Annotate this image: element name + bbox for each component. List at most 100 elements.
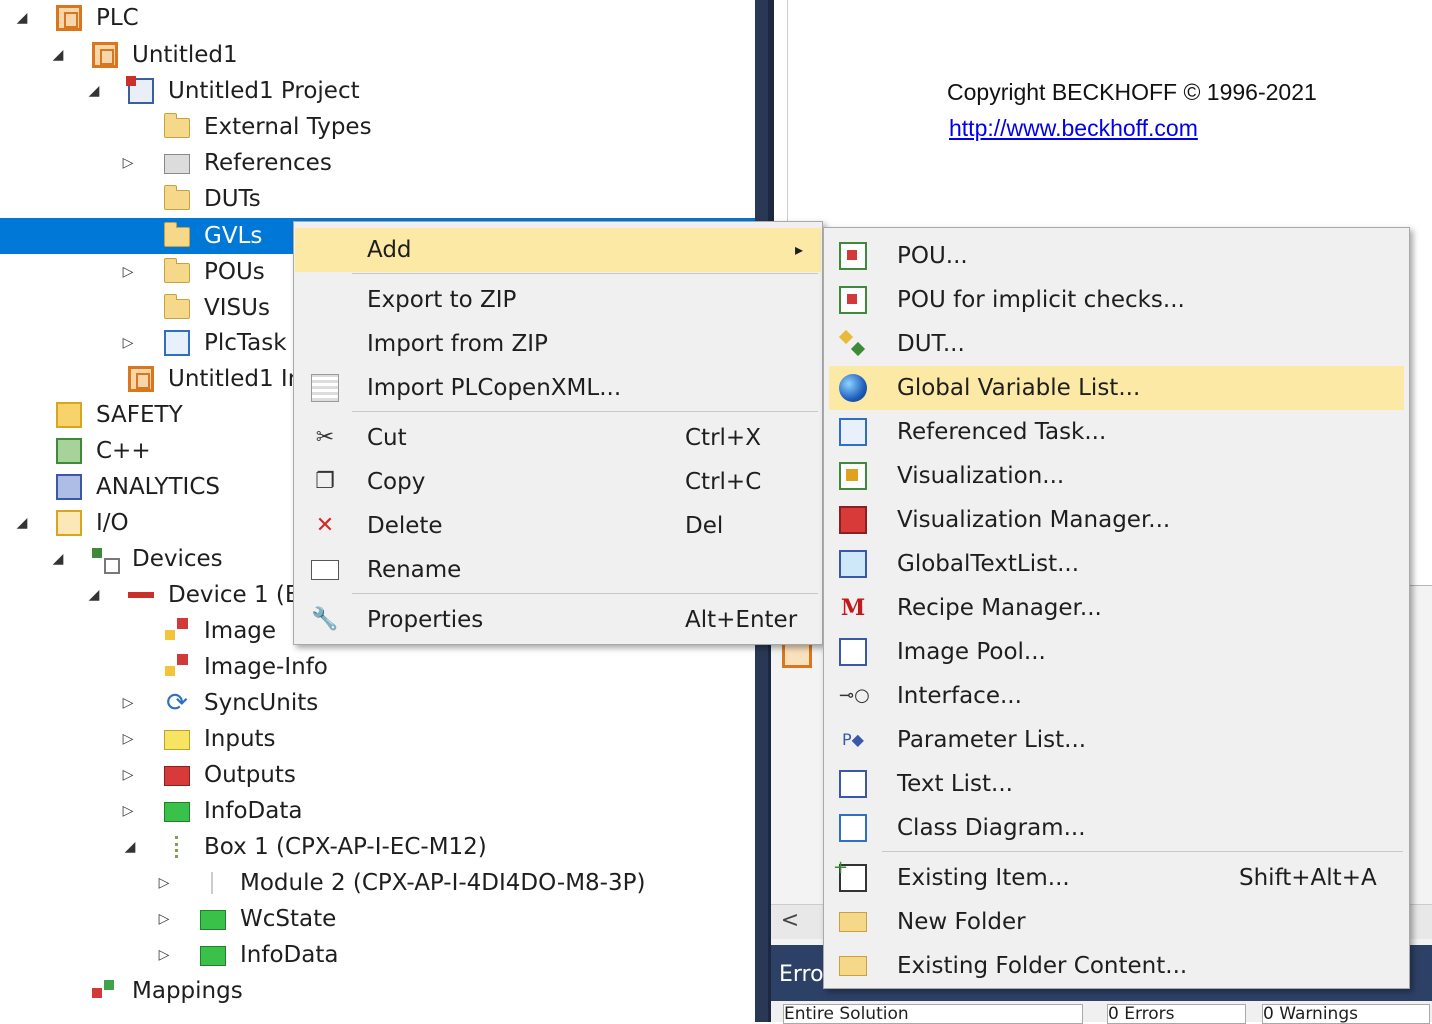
tree-node-label: Module 2 (CPX-AP-I-4DI4DO-M8-3P) bbox=[240, 870, 646, 896]
recipe-icon: M bbox=[840, 595, 866, 621]
tree-node-label: InfoData bbox=[240, 942, 339, 968]
menu-item-label: Interface... bbox=[897, 683, 1022, 709]
tree-node-outputs[interactable]: ▷ Outputs bbox=[0, 757, 755, 793]
menu-item-global-variable-list[interactable]: Global Variable List... bbox=[829, 366, 1404, 410]
error-list-title[interactable]: Erro bbox=[779, 962, 824, 987]
tree-node-label: DUTs bbox=[204, 186, 261, 212]
collapse-arrow-icon[interactable]: ◢ bbox=[12, 505, 32, 541]
analytics-icon bbox=[56, 474, 82, 500]
menu-item-interface[interactable]: ⊸○ Interface... bbox=[825, 674, 1408, 718]
parameter-icon: P◆ bbox=[842, 730, 864, 749]
expand-arrow-icon[interactable]: ▷ bbox=[118, 757, 138, 793]
folder-icon bbox=[164, 222, 190, 247]
expand-arrow-icon[interactable]: ▷ bbox=[118, 793, 138, 829]
menu-item-parameter-list[interactable]: P◆ Parameter List... bbox=[825, 718, 1408, 762]
menu-item-existing-folder-content[interactable]: Existing Folder Content... bbox=[825, 944, 1408, 988]
menu-item-cut[interactable]: ✂ Cut Ctrl+X bbox=[295, 416, 821, 460]
menu-item-add[interactable]: Add ▸ bbox=[295, 228, 821, 272]
menu-item-text-list[interactable]: Text List... bbox=[825, 762, 1408, 806]
context-menu: Add ▸ Export to ZIP Import from ZIP Impo… bbox=[293, 221, 823, 645]
menu-item-label: Parameter List... bbox=[897, 727, 1087, 753]
tree-node-infodata[interactable]: ▷ InfoData bbox=[0, 793, 755, 829]
expand-arrow-icon[interactable]: ▷ bbox=[154, 901, 174, 937]
beckhoff-link[interactable]: http://www.beckhoff.com bbox=[949, 115, 1198, 142]
plc-icon bbox=[92, 42, 118, 68]
tree-node-syncunits[interactable]: ▷ ⟳ SyncUnits bbox=[0, 685, 755, 721]
menu-item-recipe-manager[interactable]: M Recipe Manager... bbox=[825, 586, 1408, 630]
warnings-filter-button[interactable]: 0 Warnings bbox=[1262, 1004, 1430, 1024]
tree-node-label: Untitled1 Project bbox=[168, 78, 360, 104]
collapse-arrow-icon[interactable]: ◢ bbox=[84, 577, 104, 613]
menu-item-pou-implicit[interactable]: POU for implicit checks... bbox=[825, 278, 1408, 322]
expand-arrow-icon[interactable]: ▷ bbox=[154, 865, 174, 901]
tree-node-wcstate[interactable]: ▷ WcState bbox=[0, 901, 755, 937]
menu-item-label: POU for implicit checks... bbox=[897, 287, 1185, 313]
menu-item-label: Referenced Task... bbox=[897, 419, 1107, 445]
menu-item-referenced-task[interactable]: Referenced Task... bbox=[825, 410, 1408, 454]
menu-item-pou[interactable]: POU... bbox=[825, 234, 1408, 278]
menu-item-label: Rename bbox=[367, 557, 462, 583]
tree-node-module2[interactable]: ▷ Module 2 (CPX-AP-I-4DI4DO-M8-3P) bbox=[0, 865, 755, 901]
menu-item-rename[interactable]: Rename bbox=[295, 548, 821, 592]
menu-item-properties[interactable]: 🔧 Properties Alt+Enter bbox=[295, 598, 821, 642]
menu-separator bbox=[352, 273, 818, 274]
copy-icon: ❐ bbox=[315, 469, 335, 494]
menu-item-label: Image Pool... bbox=[897, 639, 1046, 665]
tree-node-mappings[interactable]: Mappings bbox=[0, 973, 755, 1009]
menu-item-label: POU... bbox=[897, 243, 968, 269]
menu-item-class-diagram[interactable]: Class Diagram... bbox=[825, 806, 1408, 850]
menu-separator bbox=[882, 851, 1403, 852]
menu-item-import-plcopenxml[interactable]: Import PLCopenXML... bbox=[295, 366, 821, 410]
scope-dropdown[interactable]: Entire Solution bbox=[783, 1004, 1083, 1024]
scroll-left-button[interactable]: < bbox=[775, 906, 805, 936]
menu-item-shortcut: Shift+Alt+A bbox=[1239, 865, 1377, 891]
tree-node-label: Inputs bbox=[204, 726, 276, 752]
folder-icon bbox=[164, 258, 190, 283]
menu-item-visualization-manager[interactable]: Visualization Manager... bbox=[825, 498, 1408, 542]
collapse-arrow-icon[interactable]: ◢ bbox=[48, 541, 68, 577]
menu-item-dut[interactable]: DUT... bbox=[825, 322, 1408, 366]
collapse-arrow-icon[interactable]: ◢ bbox=[48, 37, 68, 73]
tree-node-label: Devices bbox=[132, 546, 223, 572]
tree-node-references[interactable]: ▷ References bbox=[0, 145, 755, 181]
menu-item-copy[interactable]: ❐ Copy Ctrl+C bbox=[295, 460, 821, 504]
expand-arrow-icon[interactable]: ▷ bbox=[154, 937, 174, 973]
expand-arrow-icon[interactable]: ▷ bbox=[118, 325, 138, 361]
collapse-arrow-icon[interactable]: ◢ bbox=[12, 0, 32, 36]
tree-node-image-info[interactable]: Image-Info bbox=[0, 649, 755, 685]
delete-icon: ✕ bbox=[315, 513, 335, 538]
menu-item-new-folder[interactable]: New Folder bbox=[825, 900, 1408, 944]
tree-node-untitled1-project[interactable]: ◢ Untitled1 Project bbox=[0, 73, 755, 109]
tree-node-infodata-box[interactable]: ▷ InfoData bbox=[0, 937, 755, 973]
errors-filter-button[interactable]: 0 Errors bbox=[1107, 1004, 1246, 1024]
references-icon bbox=[164, 154, 190, 174]
pou-icon bbox=[839, 286, 867, 314]
tree-node-external-types[interactable]: External Types bbox=[0, 109, 755, 145]
tree-node-box1[interactable]: ◢ Box 1 (CPX-AP-I-EC-M12) bbox=[0, 829, 755, 865]
menu-item-existing-item[interactable]: Existing Item... Shift+Alt+A bbox=[825, 854, 1408, 900]
expand-arrow-icon[interactable]: ▷ bbox=[118, 145, 138, 181]
menu-item-shortcut: Ctrl+X bbox=[685, 425, 761, 451]
expand-arrow-icon[interactable]: ▷ bbox=[118, 254, 138, 290]
menu-item-export-zip[interactable]: Export to ZIP bbox=[295, 278, 821, 322]
class-diagram-icon bbox=[839, 814, 867, 842]
wrench-icon: 🔧 bbox=[311, 607, 339, 632]
tree-node-untitled1[interactable]: ◢ Untitled1 bbox=[0, 37, 755, 73]
image-icon bbox=[164, 654, 190, 680]
menu-item-delete[interactable]: ✕ Delete Del bbox=[295, 504, 821, 548]
expand-arrow-icon[interactable]: ▷ bbox=[118, 685, 138, 721]
tree-node-label: Untitled1 In: bbox=[168, 366, 311, 392]
tree-node-label: Image-Info bbox=[204, 654, 328, 680]
tree-node-inputs[interactable]: ▷ Inputs bbox=[0, 721, 755, 757]
collapse-arrow-icon[interactable]: ◢ bbox=[84, 73, 104, 109]
menu-item-global-text-list[interactable]: GlobalTextList... bbox=[825, 542, 1408, 586]
menu-item-import-zip[interactable]: Import from ZIP bbox=[295, 322, 821, 366]
menu-item-label: Class Diagram... bbox=[897, 815, 1086, 841]
expand-arrow-icon[interactable]: ▷ bbox=[118, 721, 138, 757]
menu-item-visualization[interactable]: Visualization... bbox=[825, 454, 1408, 498]
tree-node-plc[interactable]: ◢ PLC bbox=[0, 0, 755, 36]
collapse-arrow-icon[interactable]: ◢ bbox=[120, 829, 140, 865]
menu-item-image-pool[interactable]: Image Pool... bbox=[825, 630, 1408, 674]
tree-node-duts[interactable]: DUTs bbox=[0, 181, 755, 217]
task-icon bbox=[839, 418, 867, 446]
